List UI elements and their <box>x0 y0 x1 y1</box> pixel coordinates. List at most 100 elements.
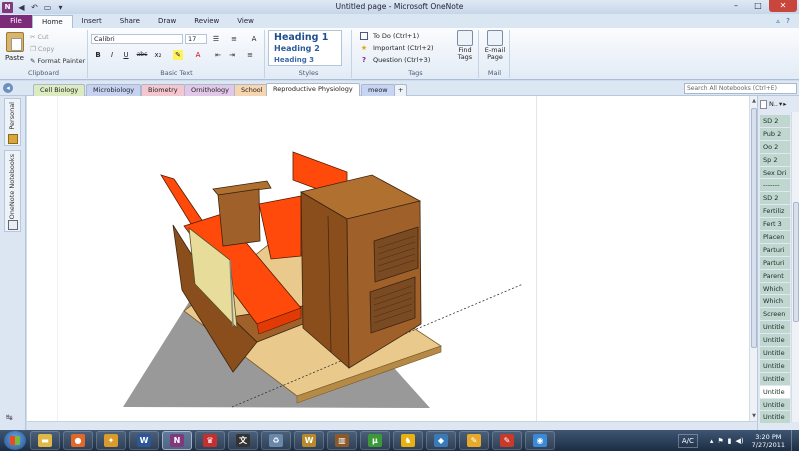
align-icon[interactable]: ≡ <box>245 50 255 60</box>
page-item[interactable]: Untitle <box>760 347 790 360</box>
tab-view[interactable]: View <box>228 15 263 28</box>
section-tab-reproductive-physiology[interactable]: Reproductive Physiology <box>266 83 360 96</box>
clock[interactable]: 3:20 PM 7/27/2011 <box>752 433 785 449</box>
page-item[interactable]: SD 2 <box>760 192 790 206</box>
page-item[interactable]: Sex Dri <box>760 166 790 180</box>
network-icon[interactable]: ▮ <box>728 437 732 445</box>
subscript-icon[interactable]: x₂ <box>153 50 163 60</box>
page-item[interactable]: Fertiliz <box>760 205 790 219</box>
page-item[interactable]: Parturi <box>760 243 790 257</box>
page-item[interactable]: Untitle <box>760 359 790 373</box>
taskbar-word-button[interactable]: W <box>129 431 159 450</box>
taskbar-aim-button[interactable]: ♞ <box>393 431 423 450</box>
styles-gallery[interactable]: Heading 1 Heading 2 Heading 3 <box>268 30 342 66</box>
new-page-dropdown-icon[interactable]: ▾ <box>779 100 782 108</box>
section-tab-microbiology[interactable]: Microbiology <box>86 84 142 96</box>
onenote-app-icon[interactable]: N <box>2 1 13 13</box>
taskbar-folder-button[interactable]: ▬ <box>30 431 60 450</box>
style-heading-3[interactable]: Heading 3 <box>274 56 314 64</box>
notebook-personal[interactable]: Personal <box>4 98 21 146</box>
maximize-button[interactable]: □ <box>747 0 769 12</box>
highlight-icon[interactable]: ✎ <box>173 50 183 60</box>
page-item[interactable]: Untitle <box>760 372 790 386</box>
tag-question[interactable]: ? Question (Ctrl+3) <box>360 56 430 64</box>
page-item[interactable]: SD 2 <box>760 115 790 128</box>
quick-access-dropdown-icon[interactable]: ▾ <box>55 2 66 13</box>
page-list-scroll-thumb[interactable] <box>793 202 799 322</box>
section-tab-cell-biology[interactable]: Cell Biology <box>33 84 86 96</box>
section-tab-meow[interactable]: meow <box>361 84 395 96</box>
new-page-button[interactable]: N.. ▾ ▸ <box>760 99 787 109</box>
show-desktop-button[interactable] <box>791 430 799 451</box>
tag-todo[interactable]: To Do (Ctrl+1) <box>360 32 419 40</box>
page-item[interactable]: Untitle <box>760 411 790 425</box>
taskbar-dictionary-button[interactable]: 文 <box>228 431 258 450</box>
tag-important[interactable]: ★ Important (Ctrl+2) <box>360 44 434 52</box>
font-name-select[interactable]: Calibri <box>91 34 183 44</box>
taskbar-onenote-button[interactable]: N <box>162 431 192 450</box>
style-heading-2[interactable]: Heading 2 <box>274 44 320 53</box>
page-item[interactable]: Untitle <box>760 321 790 335</box>
style-heading-1[interactable]: Heading 1 <box>274 32 328 43</box>
page-item[interactable]: ------- <box>760 179 790 193</box>
close-button[interactable]: ✕ <box>769 0 797 12</box>
page-item[interactable]: Oo 2 <box>760 140 790 154</box>
taskbar-chinese-app-button[interactable]: ♛ <box>195 431 225 450</box>
bold-button[interactable]: B <box>93 50 103 60</box>
format-painter-button[interactable]: ✎ Format Painter <box>30 57 85 65</box>
underline-button[interactable]: U <box>121 50 131 60</box>
outdent-icon[interactable]: ⇤ <box>213 50 223 60</box>
page-item[interactable]: Pub 2 <box>760 127 790 141</box>
font-color-icon[interactable]: A <box>193 50 203 60</box>
taskbar-chat-button[interactable]: ✦ <box>96 431 126 450</box>
back-icon[interactable]: ◀ <box>16 2 27 13</box>
page-list-scrollbar[interactable] <box>791 112 799 422</box>
cut-button[interactable]: ✂ Cut <box>30 33 49 41</box>
page-item[interactable]: Fert 3 <box>760 218 790 232</box>
taskbar-sketchup-button[interactable]: ✎ <box>492 431 522 450</box>
copy-button[interactable]: ❐ Copy <box>30 45 54 53</box>
ribbon-minimize-icon[interactable]: ▵ <box>773 16 783 26</box>
italic-button[interactable]: I <box>107 50 117 60</box>
paste-icon[interactable] <box>6 32 24 52</box>
page-item-selected[interactable]: Untitle <box>760 385 790 399</box>
language-indicator[interactable]: A/C <box>677 433 698 448</box>
show-hidden-icons-icon[interactable]: ▴ <box>710 437 714 445</box>
tab-insert[interactable]: Insert <box>73 15 111 28</box>
taskbar-paint-button[interactable]: ◉ <box>525 431 555 450</box>
search-input[interactable]: Search All Notebooks (Ctrl+E) <box>684 83 797 94</box>
section-tab-biometry[interactable]: Biometry <box>141 84 185 96</box>
page-canvas[interactable] <box>27 96 749 430</box>
taskbar-library-button[interactable]: ▥ <box>327 431 357 450</box>
numbering-icon[interactable]: ≡ <box>229 34 239 44</box>
page-item[interactable]: Untitle <box>760 334 790 348</box>
tab-review[interactable]: Review <box>185 15 228 28</box>
expand-pane-icon[interactable]: ↹ <box>6 413 13 422</box>
page-scrollbar[interactable]: ▲ ▼ <box>749 96 757 421</box>
section-tab-school[interactable]: School <box>234 84 270 96</box>
taskbar-utorrent-button[interactable]: μ <box>360 431 390 450</box>
tab-share[interactable]: Share <box>111 15 149 28</box>
file-tab[interactable]: File <box>0 15 32 28</box>
navigate-back-icon[interactable]: ◂ <box>3 83 13 93</box>
bullets-icon[interactable]: ☰ <box>211 34 221 44</box>
section-tab-ornithology[interactable]: Ornithology <box>184 84 237 96</box>
add-section-button[interactable]: + <box>394 84 408 96</box>
tab-home[interactable]: Home <box>32 15 73 28</box>
taskbar-wow-button[interactable]: W <box>294 431 324 450</box>
indent-icon[interactable]: ⇥ <box>227 50 237 60</box>
page-item[interactable]: Parent <box>760 269 790 283</box>
strikethrough-button[interactable]: abc <box>135 50 149 60</box>
furniture-render-image[interactable] <box>27 96 749 430</box>
page-item[interactable]: Screen <box>760 308 790 322</box>
taskbar-pad-button[interactable]: ◆ <box>426 431 456 450</box>
flag-icon[interactable]: ⚑ <box>717 437 723 445</box>
page-item[interactable]: Which <box>760 282 790 296</box>
font-size-select[interactable]: 17 <box>185 34 207 44</box>
email-page-button[interactable]: E-mail Page <box>482 30 508 61</box>
minimize-button[interactable]: – <box>725 0 747 12</box>
find-tags-button[interactable]: Find Tags <box>452 30 478 61</box>
tab-draw[interactable]: Draw <box>149 15 185 28</box>
volume-icon[interactable]: ◀) <box>736 437 744 445</box>
page-item[interactable]: Parturi <box>760 256 790 270</box>
